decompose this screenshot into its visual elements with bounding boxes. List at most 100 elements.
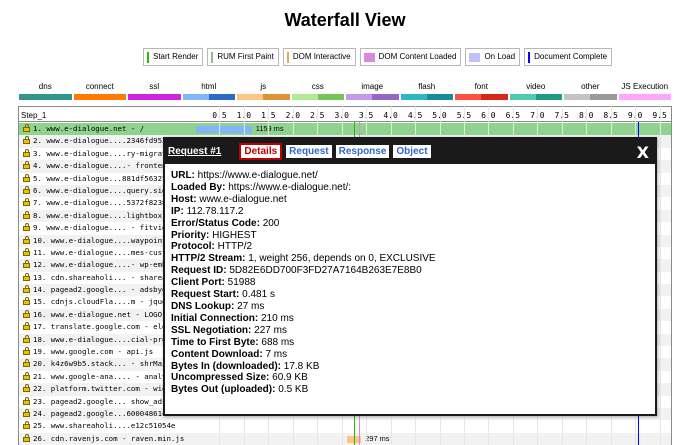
legend-label: On Load xyxy=(484,52,516,61)
request-label: 20. k4z6w9b5.stack... - shrMain xyxy=(33,359,171,369)
detail-key: URL: xyxy=(171,170,195,181)
detail-line: Protocol: HTTP/2 xyxy=(171,241,655,253)
detail-value: HIGHEST xyxy=(212,229,257,241)
content-type-label: css xyxy=(311,82,324,91)
legend-item: DOM Content Loaded xyxy=(359,48,462,66)
detail-value: 5D82E6DD700F3FD27A7164B263E7E8B0 xyxy=(229,265,422,277)
detail-line: Priority: HIGHEST xyxy=(171,230,655,242)
content-type-item: connect xyxy=(73,82,128,100)
lock-icon xyxy=(23,359,30,368)
request-label: 12. www.e-dialogue....- wp-embed xyxy=(33,260,176,270)
content-type-swatch xyxy=(564,94,617,100)
request-label: 18. www.e-dialogue....cial-profi xyxy=(33,334,176,344)
request-label: 19. www.google.com - api.js xyxy=(33,347,154,357)
milestone-legend: Start Render RUM First Paint DOM Interacti… xyxy=(143,48,613,66)
request-label-cell: 26. cdn.ravenjs.com - raven.min.js xyxy=(19,433,195,445)
request-label: 11. www.e-dialogue....mes-custom xyxy=(33,247,176,257)
lock-icon xyxy=(23,173,30,182)
tab-response[interactable]: Response xyxy=(335,145,390,158)
content-type-item: image xyxy=(345,82,400,100)
request-label: 10. www.e-dialogue....waypoints xyxy=(33,235,171,245)
request-label: 26. cdn.ravenjs.com - raven.min.js xyxy=(33,433,185,443)
request-label-cell: 25. www.shareaholi....e12c51054e xyxy=(19,420,195,432)
detail-value: https://www.e-dialogue.net/ xyxy=(197,170,318,181)
legend-swatch xyxy=(469,52,481,62)
tab-object[interactable]: Object xyxy=(393,145,431,158)
content-type-item: video xyxy=(509,82,564,100)
content-type-item: html xyxy=(182,82,237,100)
request-label: 6. www.e-dialogue....query.sidr xyxy=(33,185,171,195)
legend-label: DOM Interactive xyxy=(292,52,351,61)
timeline-header: Step_1 0.51.01.52.02.53.03.54.04.55.05.5… xyxy=(19,106,671,122)
lock-icon xyxy=(23,136,30,145)
detail-line: Loaded By: https://www.e-dialogue.net/: xyxy=(171,182,655,194)
lock-icon xyxy=(23,371,30,380)
close-icon[interactable]: X xyxy=(637,143,649,162)
content-type-item: flash xyxy=(400,82,455,100)
request-row[interactable]: 1. www.e-dialogue.net - / 1159 ms xyxy=(19,123,671,136)
detail-line: DNS Lookup: 27 ms xyxy=(171,301,655,313)
detail-key: Bytes Out (uploaded): xyxy=(171,384,276,396)
detail-line: Initial Connection: 210 ms xyxy=(171,313,655,325)
content-type-label: video xyxy=(526,82,546,91)
request-time: 297 ms xyxy=(365,433,390,443)
request-label: 17. translate.google.com - eleme xyxy=(33,322,176,332)
content-type-swatch xyxy=(509,94,562,100)
content-type-label: flash xyxy=(418,82,436,91)
lock-icon xyxy=(23,272,30,281)
request-label: 21. www.google-ana.... - analyt xyxy=(33,371,171,381)
lock-icon xyxy=(23,235,30,244)
detail-value: HTTP/2 xyxy=(217,241,253,253)
content-type-legend: dns connect ssl html js css image flash font vide… xyxy=(18,82,672,100)
detail-value: 200 xyxy=(262,217,280,229)
lock-icon xyxy=(23,334,30,343)
tab-details[interactable]: Details xyxy=(239,143,283,160)
detail-key: IP: xyxy=(171,205,184,217)
detail-key: Protocol: xyxy=(171,241,215,253)
content-type-swatch xyxy=(346,94,399,100)
content-type-swatch xyxy=(19,94,72,100)
lock-icon xyxy=(23,322,30,331)
detail-line: SSL Negotiation: 227 ms xyxy=(171,325,655,337)
request-label: 7. www.e-dialogue....5372f8238e xyxy=(33,198,171,208)
request-label: 4. www.e-dialogue....- frontend xyxy=(33,161,171,171)
detail-key: Priority: xyxy=(171,229,210,241)
request-row[interactable]: 26. cdn.ravenjs.com - raven.min.js 297 ms xyxy=(19,432,671,445)
gridline xyxy=(659,106,661,445)
request-time: 1159 ms xyxy=(255,124,284,133)
detail-key: Error/Status Code: xyxy=(171,217,260,229)
request-row[interactable]: 25. www.shareaholi....e12c51054e xyxy=(19,420,671,432)
request-label: 22. platform.twitter.com - widge xyxy=(33,384,176,394)
lock-icon xyxy=(23,297,30,306)
lock-icon xyxy=(23,285,30,294)
detail-line: Bytes Out (uploaded): 0.5 KB xyxy=(171,384,655,396)
lock-icon xyxy=(23,124,30,132)
tab-request[interactable]: Request xyxy=(286,145,332,158)
lock-icon xyxy=(23,421,30,430)
request-label: 5. www.e-dialogue...881df56327 xyxy=(33,173,167,183)
detail-value: 17.8 KB xyxy=(283,360,320,372)
request-details-dialog: Request #1 Details Request Response Obje… xyxy=(163,137,657,416)
content-type-swatch xyxy=(182,94,235,100)
detail-key: Loaded By: xyxy=(171,181,226,193)
detail-line: Host: www.e-dialogue.net xyxy=(171,194,655,206)
detail-key: Bytes In (downloaded): xyxy=(171,360,281,372)
detail-key: Time to First Byte: xyxy=(171,336,259,348)
legend-label: Start Render xyxy=(153,52,199,61)
detail-value: 1, weight 256, depends on 0, EXCLUSIVE xyxy=(248,253,436,265)
detail-value: 51988 xyxy=(227,277,256,289)
lock-icon xyxy=(23,210,30,219)
request-label: 16. www.e-dialogue.net - LOGO.p xyxy=(33,309,171,319)
detail-line: Error/Status Code: 200 xyxy=(171,218,655,230)
detail-line: Uncompressed Size: 60.9 KB xyxy=(171,372,655,384)
lock-icon xyxy=(23,260,30,269)
detail-line: Request Start: 0.481 s xyxy=(171,289,655,301)
lock-icon xyxy=(23,408,30,417)
detail-line: Content Download: 7 ms xyxy=(171,349,655,361)
request-label: 14. pagead2.google... - adsbygo xyxy=(33,285,171,295)
content-type-swatch xyxy=(291,94,344,100)
dialog-title[interactable]: Request #1 xyxy=(168,146,221,157)
content-type-swatch xyxy=(128,94,181,100)
detail-value: https://www.e-dialogue.net/: xyxy=(228,181,352,193)
content-type-swatch xyxy=(237,94,290,100)
